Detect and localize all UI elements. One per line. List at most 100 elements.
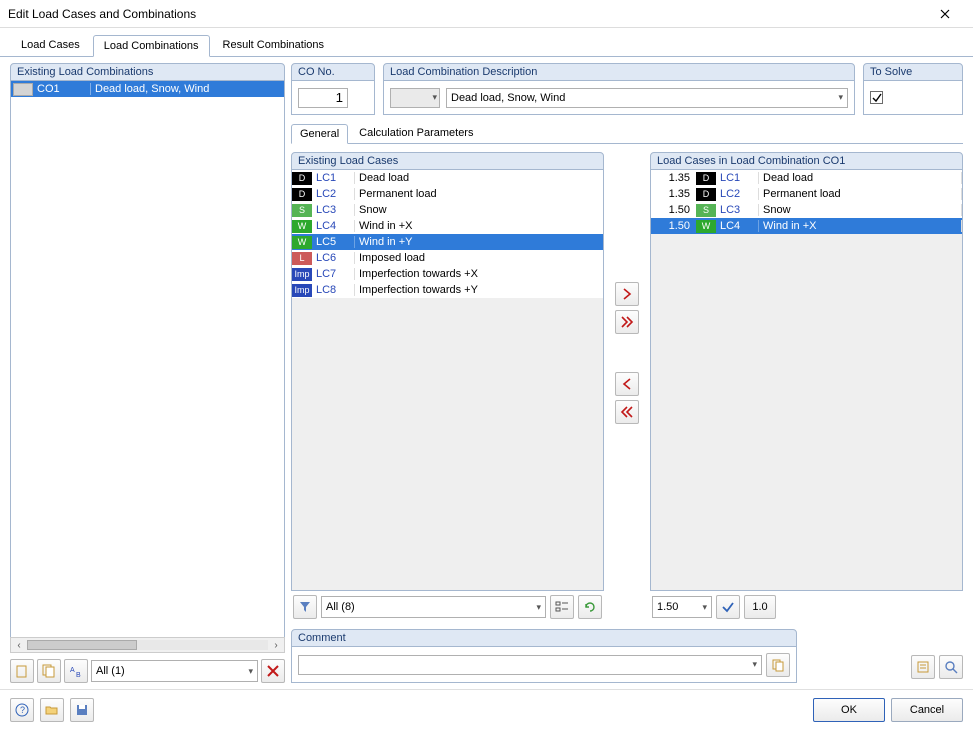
- lc-refresh-button[interactable]: [578, 595, 602, 619]
- lc-row[interactable]: LLC6Imposed load: [292, 250, 603, 266]
- category-badge: W: [696, 220, 716, 233]
- combo-lc-row[interactable]: 1.35DLC2Permanent load: [651, 186, 962, 202]
- combo-lc-row[interactable]: 1.50WLC4Wind in +X: [651, 218, 962, 234]
- add-one-button[interactable]: [615, 282, 639, 306]
- lc-filter-select[interactable]: All (8) ▾: [321, 596, 546, 618]
- lc-id: LC2: [314, 188, 354, 200]
- lc-id: LC7: [314, 268, 354, 280]
- preview-button[interactable]: [939, 655, 963, 679]
- lc-filter-button[interactable]: [293, 595, 317, 619]
- chevron-right-icon: [620, 287, 634, 301]
- chevron-down-icon: ▾: [752, 659, 757, 670]
- lc-desc: Wind in +X: [354, 220, 603, 232]
- scroll-left-icon[interactable]: ‹: [11, 640, 27, 651]
- lc-id: LC1: [718, 172, 758, 184]
- magnifier-icon: [944, 660, 958, 674]
- combo-id: CO1: [35, 83, 91, 95]
- chevron-down-icon: ▾: [248, 666, 253, 677]
- category-badge: D: [696, 172, 716, 185]
- lc-row[interactable]: ImpLC8Imperfection towards +Y: [292, 282, 603, 298]
- copy-icon: [42, 664, 56, 678]
- lc-desc: Wind in +X: [758, 220, 962, 232]
- combos-filter-select[interactable]: All (1) ▾: [91, 660, 258, 682]
- double-chevron-right-icon: [620, 315, 634, 329]
- factor-value: 1.50: [657, 601, 678, 613]
- comment-pick-button[interactable]: [766, 653, 790, 677]
- lc-filter-label: All (8): [326, 601, 355, 613]
- details-button[interactable]: [911, 655, 935, 679]
- combo-lc-row[interactable]: 1.35DLC1Dead load: [651, 170, 962, 186]
- to-solve-checkbox[interactable]: [870, 91, 883, 104]
- lc-id: LC5: [314, 236, 354, 248]
- co-category-select[interactable]: ▾: [390, 88, 440, 108]
- remove-all-button[interactable]: [615, 400, 639, 424]
- help-button[interactable]: ?: [10, 698, 34, 722]
- cancel-button[interactable]: Cancel: [891, 698, 963, 722]
- category-badge: D: [696, 188, 716, 201]
- lc-row[interactable]: ImpLC7Imperfection towards +X: [292, 266, 603, 282]
- check-icon: [872, 93, 882, 103]
- lc-row[interactable]: WLC5Wind in +Y: [292, 234, 603, 250]
- combo-lc-header: Load Cases in Load Combination CO1: [650, 152, 963, 170]
- lc-id: LC3: [718, 204, 758, 216]
- lc-id: LC2: [718, 188, 758, 200]
- co-desc-label: Load Combination Description: [383, 63, 855, 81]
- scroll-right-icon[interactable]: ›: [268, 640, 284, 651]
- co-desc-input[interactable]: Dead load, Snow, Wind ▾: [446, 88, 848, 108]
- reset-factor-label: 1.0: [752, 601, 767, 613]
- lc-row[interactable]: SLC3Snow: [292, 202, 603, 218]
- delete-combo-button[interactable]: [261, 659, 285, 683]
- lc-row[interactable]: DLC1Dead load: [292, 170, 603, 186]
- open-button[interactable]: [40, 698, 64, 722]
- tab-result-combinations[interactable]: Result Combinations: [212, 34, 336, 56]
- category-badge: Imp: [292, 284, 312, 297]
- save-icon: [75, 703, 89, 717]
- lc-row[interactable]: DLC2Permanent load: [292, 186, 603, 202]
- close-icon: [940, 9, 950, 19]
- subtab-general[interactable]: General: [291, 124, 348, 144]
- combo-row[interactable]: CO1 Dead load, Snow, Wind: [11, 81, 284, 97]
- remove-one-button[interactable]: [615, 372, 639, 396]
- copy-combo-button[interactable]: [37, 659, 61, 683]
- category-badge: W: [292, 236, 312, 249]
- renumber-button[interactable]: AB: [64, 659, 88, 683]
- comment-label: Comment: [291, 629, 797, 647]
- tab-load-combinations[interactable]: Load Combinations: [93, 35, 210, 57]
- co-no-input[interactable]: [298, 88, 348, 108]
- tab-load-cases[interactable]: Load Cases: [10, 34, 91, 56]
- lc-row[interactable]: WLC4Wind in +X: [292, 218, 603, 234]
- combos-hscrollbar[interactable]: ‹ ›: [10, 637, 285, 653]
- refresh-icon: [583, 600, 597, 614]
- comment-input[interactable]: ▾: [298, 655, 762, 675]
- lc-desc: Dead load: [354, 172, 603, 184]
- category-badge: S: [696, 204, 716, 217]
- reset-factor-button[interactable]: 1.0: [744, 595, 776, 619]
- window-close-button[interactable]: [925, 2, 965, 26]
- subtab-calc-params[interactable]: Calculation Parameters: [350, 123, 482, 143]
- check-icon: [721, 600, 735, 614]
- lc-id: LC1: [314, 172, 354, 184]
- co-no-label: CO No.: [291, 63, 375, 81]
- lc-desc: Imposed load: [354, 252, 603, 264]
- apply-factor-button[interactable]: [716, 595, 740, 619]
- new-icon: [15, 664, 29, 678]
- add-all-button[interactable]: [615, 310, 639, 334]
- lc-desc: Snow: [758, 204, 962, 216]
- save-button[interactable]: [70, 698, 94, 722]
- combos-filter-label: All (1): [96, 665, 125, 677]
- help-icon: ?: [15, 703, 29, 717]
- window-title: Edit Load Cases and Combinations: [8, 7, 925, 21]
- lc-select-checked-button[interactable]: [550, 595, 574, 619]
- existing-combos-list[interactable]: CO1 Dead load, Snow, Wind: [10, 81, 285, 638]
- new-combo-button[interactable]: [10, 659, 34, 683]
- combo-lc-list[interactable]: 1.35DLC1Dead load1.35DLC2Permanent load1…: [650, 170, 963, 591]
- existing-lc-list[interactable]: DLC1Dead loadDLC2Permanent loadSLC3SnowW…: [291, 170, 604, 591]
- sort-icon: AB: [69, 664, 83, 678]
- to-solve-label: To Solve: [863, 63, 963, 81]
- ok-button[interactable]: OK: [813, 698, 885, 722]
- combo-lc-row[interactable]: 1.50SLC3Snow: [651, 202, 962, 218]
- factor-input[interactable]: 1.50 ▾: [652, 596, 712, 618]
- category-badge: W: [292, 220, 312, 233]
- lc-desc: Snow: [354, 204, 603, 216]
- checklist-icon: [555, 600, 569, 614]
